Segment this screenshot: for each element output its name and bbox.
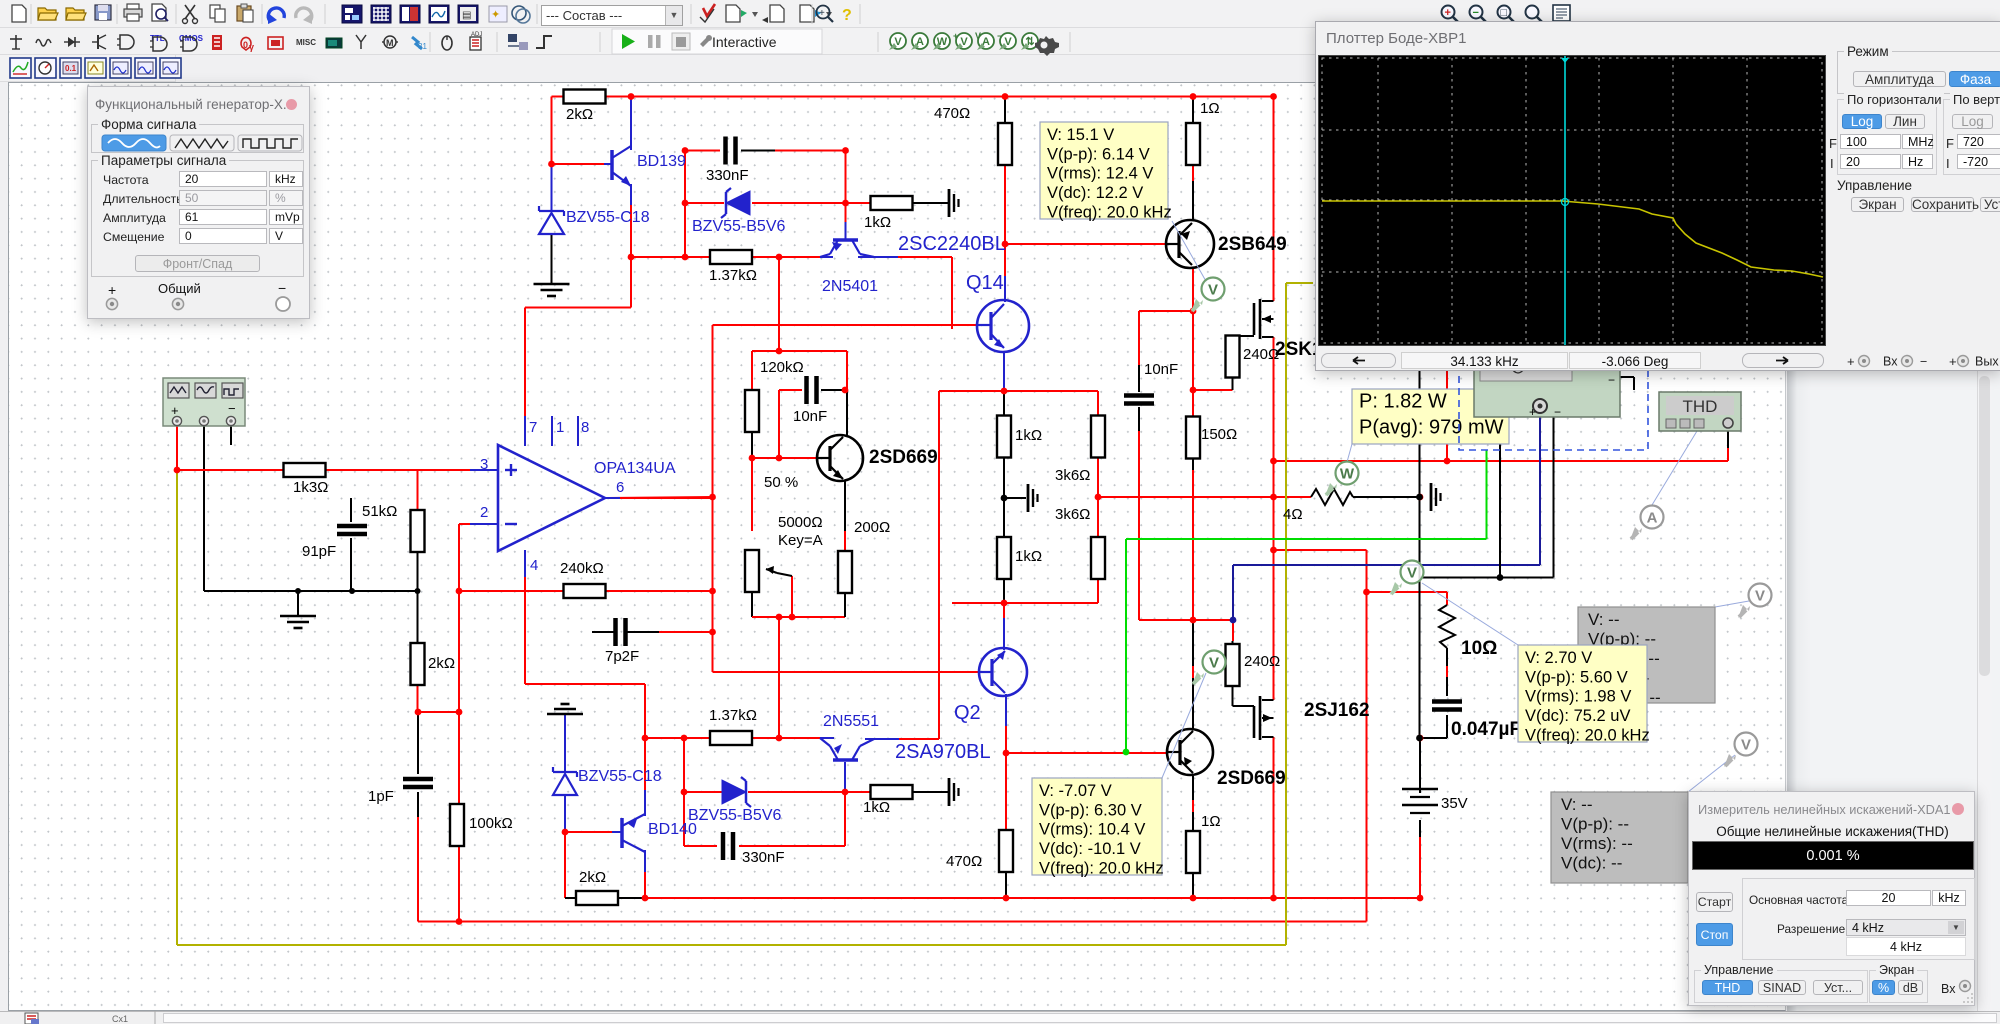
svg-text:Вых: Вых bbox=[1975, 355, 1999, 369]
svg-text:Interactive: Interactive bbox=[712, 34, 777, 50]
svg-text:Сх1: Сх1 bbox=[112, 1014, 128, 1024]
svg-text:V: V bbox=[975, 31, 981, 41]
svg-text:□: □ bbox=[1501, 7, 1508, 19]
svg-text:31: 31 bbox=[418, 42, 427, 51]
svg-text:MISC: MISC bbox=[296, 38, 316, 47]
svg-text:+: + bbox=[1949, 354, 1957, 369]
svg-text:+: + bbox=[819, 8, 825, 19]
svg-text:▤: ▤ bbox=[462, 10, 471, 21]
svg-text:?: ? bbox=[842, 7, 852, 24]
svg-text:ADJ: ADJ bbox=[471, 32, 482, 38]
svg-text:TTL: TTL bbox=[150, 34, 165, 43]
svg-text:γ: γ bbox=[249, 42, 254, 52]
svg-text:−: − bbox=[997, 31, 1002, 41]
svg-text:0: 0 bbox=[243, 40, 248, 50]
svg-text:+: + bbox=[953, 31, 958, 41]
svg-text:−: − bbox=[1473, 7, 1479, 19]
svg-text:Вх: Вх bbox=[1883, 355, 1898, 369]
svg-text:✦: ✦ bbox=[491, 9, 500, 21]
svg-text:M: M bbox=[386, 38, 394, 48]
svg-text:−: − bbox=[1920, 355, 1927, 369]
svg-text:+: + bbox=[1445, 7, 1451, 19]
svg-text:0.1: 0.1 bbox=[65, 64, 77, 73]
